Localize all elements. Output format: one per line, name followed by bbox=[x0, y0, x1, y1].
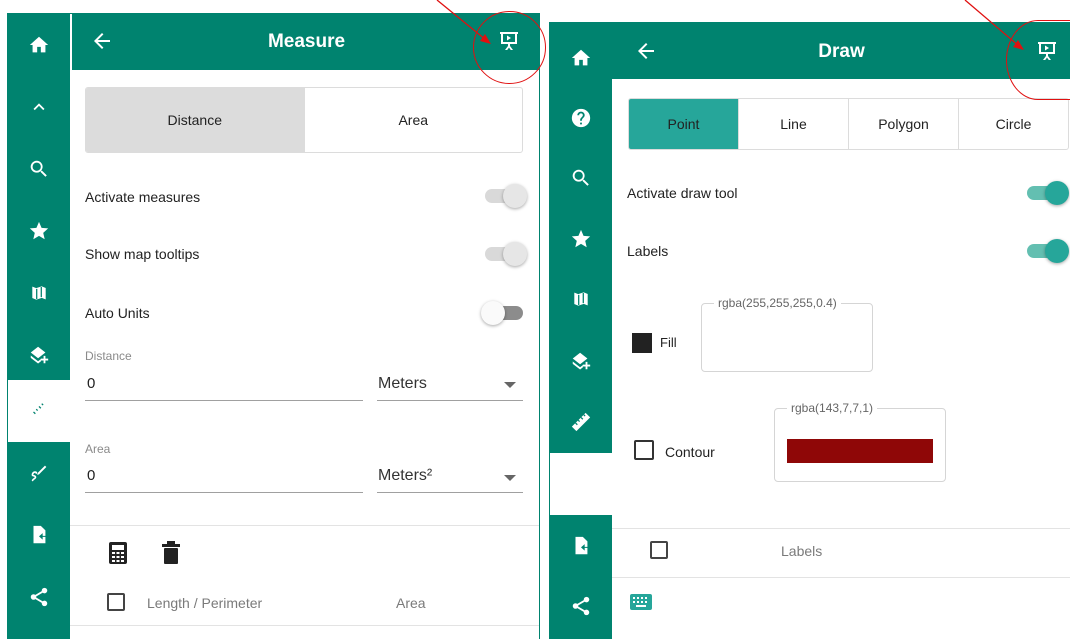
export-file-icon[interactable] bbox=[8, 504, 70, 566]
divider bbox=[70, 625, 539, 626]
tab-circle[interactable]: Circle bbox=[959, 99, 1068, 149]
sidebar bbox=[8, 14, 70, 639]
fill-color-value: rgba(255,255,255,0.4) bbox=[714, 296, 841, 310]
activate-measures-toggle[interactable] bbox=[481, 182, 527, 210]
chevron-down-icon[interactable] bbox=[504, 475, 516, 481]
show-map-tooltips-label: Show map tooltips bbox=[85, 246, 200, 262]
draw-type-tabs: Point Line Polygon Circle bbox=[628, 98, 1069, 150]
map-icon[interactable] bbox=[8, 262, 70, 324]
keyboard-icon[interactable] bbox=[629, 593, 653, 611]
search-icon[interactable] bbox=[8, 138, 70, 200]
auto-units-toggle[interactable] bbox=[481, 299, 527, 327]
star-icon[interactable] bbox=[550, 208, 612, 270]
tab-distance[interactable]: Distance bbox=[86, 88, 305, 152]
distance-underline bbox=[85, 400, 363, 401]
fill-color-picker[interactable]: rgba(255,255,255,0.4) bbox=[701, 296, 873, 372]
trash-icon[interactable] bbox=[161, 541, 181, 565]
divider bbox=[612, 577, 1070, 578]
tab-point[interactable]: Point bbox=[629, 99, 739, 149]
ruler-icon[interactable] bbox=[550, 391, 612, 453]
home-icon[interactable] bbox=[550, 27, 612, 89]
draw-panel: Draw Point Line Polygon Circle Activate … bbox=[549, 22, 1070, 639]
auto-units-label: Auto Units bbox=[85, 305, 150, 321]
calculator-icon[interactable] bbox=[107, 541, 129, 565]
select-all-checkbox[interactable] bbox=[650, 541, 668, 559]
divider bbox=[612, 528, 1070, 529]
activate-draw-tool-toggle[interactable] bbox=[1023, 179, 1069, 207]
sidebar bbox=[550, 23, 612, 639]
area-underline bbox=[85, 492, 363, 493]
search-icon[interactable] bbox=[550, 147, 612, 209]
divider bbox=[70, 525, 539, 526]
measure-panel: Measure Distance Area Activate measures … bbox=[7, 13, 540, 639]
distance-label: Distance bbox=[85, 349, 132, 363]
draw-icon[interactable] bbox=[550, 453, 612, 515]
fill-label: Fill bbox=[660, 335, 677, 350]
export-file-icon[interactable] bbox=[550, 515, 612, 577]
distance-unit-underline bbox=[377, 400, 523, 401]
show-map-tooltips-toggle[interactable] bbox=[481, 240, 527, 268]
area-unit-underline bbox=[377, 492, 523, 493]
header: Draw bbox=[612, 23, 1070, 79]
share-icon[interactable] bbox=[550, 575, 612, 637]
contour-label: Contour bbox=[665, 444, 715, 460]
help-icon[interactable] bbox=[550, 87, 612, 149]
activate-draw-tool-label: Activate draw tool bbox=[627, 185, 738, 201]
contour-color-bar bbox=[787, 439, 933, 463]
labels-toggle[interactable] bbox=[1023, 237, 1069, 265]
column-labels: Labels bbox=[781, 543, 823, 559]
area-unit-select[interactable]: Meters² bbox=[378, 467, 432, 485]
home-icon[interactable] bbox=[8, 14, 70, 76]
fill-swatch[interactable] bbox=[632, 333, 652, 353]
map-icon[interactable] bbox=[550, 268, 612, 330]
select-all-checkbox[interactable] bbox=[107, 593, 125, 611]
distance-unit-select[interactable]: Meters bbox=[378, 375, 427, 393]
page-title: Measure bbox=[267, 31, 346, 52]
tab-polygon[interactable]: Polygon bbox=[849, 99, 959, 149]
star-icon[interactable] bbox=[8, 200, 70, 262]
draw-icon[interactable] bbox=[8, 442, 70, 504]
ruler-icon[interactable] bbox=[8, 380, 70, 442]
layers-add-icon[interactable] bbox=[8, 324, 70, 386]
distance-value[interactable]: 0 bbox=[87, 375, 95, 392]
column-area: Area bbox=[396, 595, 426, 611]
page-title: Draw bbox=[818, 41, 865, 62]
highlight-circle bbox=[473, 11, 546, 84]
contour-color-picker[interactable]: rgba(143,7,7,1) bbox=[774, 401, 946, 482]
chevron-up-icon[interactable] bbox=[8, 76, 70, 138]
contour-checkbox[interactable] bbox=[634, 440, 654, 460]
labels-label: Labels bbox=[627, 243, 669, 259]
area-value[interactable]: 0 bbox=[87, 467, 95, 484]
chevron-down-icon[interactable] bbox=[504, 382, 516, 388]
contour-color-value: rgba(143,7,7,1) bbox=[787, 401, 878, 415]
column-length-perimeter: Length / Perimeter bbox=[147, 595, 263, 611]
activate-measures-label: Activate measures bbox=[85, 189, 201, 205]
share-icon[interactable] bbox=[8, 566, 70, 628]
tab-line[interactable]: Line bbox=[739, 99, 849, 149]
highlight-circle bbox=[1006, 20, 1070, 100]
area-label: Area bbox=[85, 442, 111, 456]
tab-area[interactable]: Area bbox=[305, 88, 523, 152]
layers-add-icon[interactable] bbox=[550, 330, 612, 392]
header: Measure bbox=[72, 14, 539, 70]
measure-type-tabs: Distance Area bbox=[85, 87, 523, 153]
